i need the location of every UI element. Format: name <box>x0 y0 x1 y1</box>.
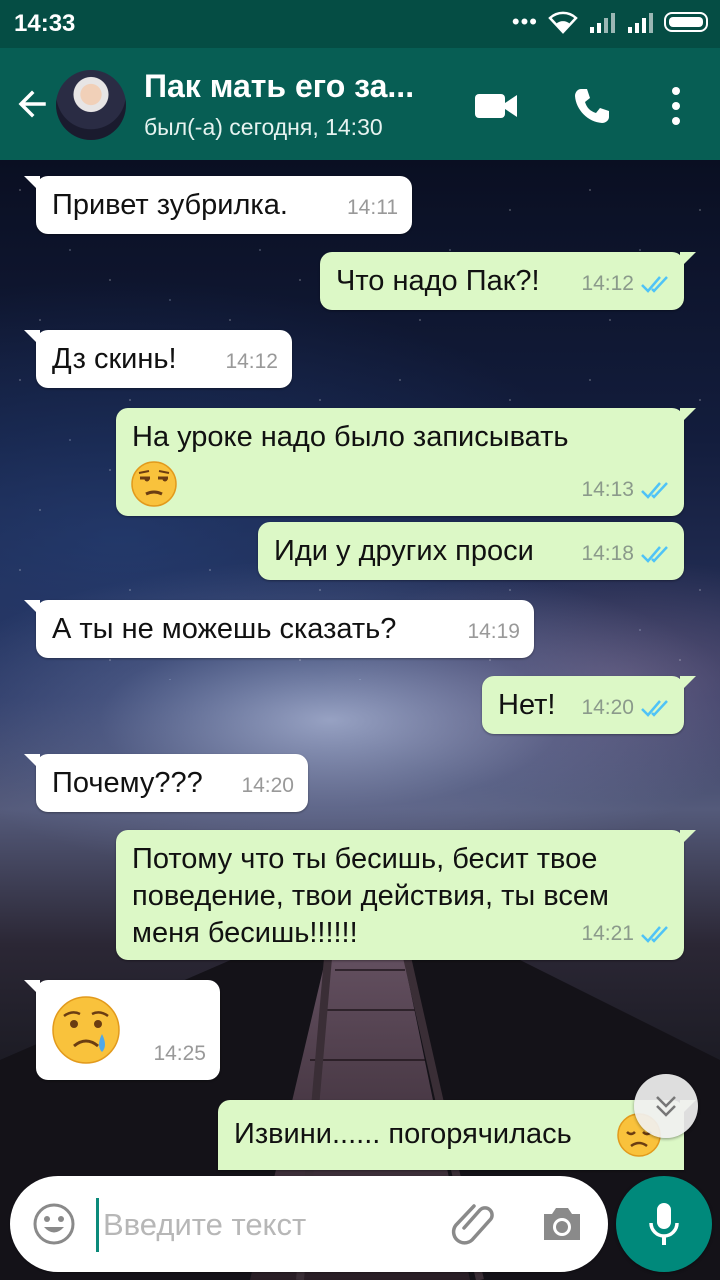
chat-header: Пак мать его за... был(-а) сегодня, 14:3… <box>0 48 720 160</box>
double-check-icon <box>641 481 668 499</box>
wifi-icon <box>548 11 578 34</box>
message-text: Нет! <box>498 689 556 721</box>
message-time: 14:18 <box>581 542 634 565</box>
phone-icon <box>575 89 609 123</box>
double-check-icon <box>641 925 668 943</box>
message-bubble[interactable]: Извини...... погорячилась <box>218 1100 696 1170</box>
crying-face-icon <box>50 994 122 1076</box>
message-time: 14:12 <box>225 350 278 373</box>
message-bubble[interactable]: 14:25 <box>24 980 220 1080</box>
message-bubble[interactable]: На уроке надо было записывать 14:13 <box>116 408 696 518</box>
message-meta: 14:20 <box>241 767 294 804</box>
status-bar: 14:33 ••• <box>0 0 720 48</box>
message-meta: 14:21 <box>581 915 670 952</box>
status-time: 14:33 <box>14 10 76 37</box>
message-composer <box>10 1176 608 1272</box>
message-time: 14:20 <box>581 696 634 719</box>
bubble-tail <box>680 252 696 268</box>
signal-icon-2 <box>628 13 653 33</box>
message-time: 14:19 <box>467 620 520 643</box>
bubble-tail <box>24 980 40 996</box>
message-time: 14:12 <box>581 272 634 295</box>
message-time: 14:25 <box>153 1042 206 1065</box>
message-bubble[interactable]: Привет зубрилка. 14:11 <box>24 176 412 234</box>
message-meta: 14:11 <box>347 189 398 226</box>
message-meta: 14:12 <box>581 265 670 302</box>
emoji-icon[interactable] <box>32 1202 76 1246</box>
message-bubble[interactable]: Нет! 14:20 <box>482 676 696 734</box>
double-check-icon <box>641 275 668 293</box>
paperclip-icon[interactable] <box>450 1198 500 1248</box>
message-text: На уроке надо было записывать <box>132 421 569 453</box>
message-bubble[interactable]: А ты не можешь сказать? 14:19 <box>24 600 534 658</box>
message-text: Дз скинь! <box>52 343 177 375</box>
notification-dots: ••• <box>511 9 538 34</box>
unamused-face-icon <box>130 460 178 518</box>
message-text: Извини...... погорячилась <box>234 1118 572 1150</box>
message-time: 14:13 <box>581 478 634 501</box>
camera-icon[interactable] <box>538 1200 586 1248</box>
message-time: 14:11 <box>347 196 398 219</box>
bubble-tail <box>680 408 696 424</box>
message-meta: 14:12 <box>225 343 278 380</box>
message-bubble[interactable]: Почему??? 14:20 <box>24 754 308 812</box>
bubble-tail <box>24 754 40 770</box>
message-meta: 14:13 <box>581 471 670 508</box>
bubble-tail <box>24 176 40 192</box>
message-bubble[interactable]: Что надо Пак?! 14:12 <box>320 252 696 310</box>
message-text: Почему??? <box>52 767 203 799</box>
message-bubble[interactable]: Иди у других проси 14:18 <box>258 522 684 580</box>
bubble-tail <box>680 830 696 846</box>
bubble-tail <box>24 600 40 616</box>
message-meta: 14:19 <box>467 613 520 650</box>
voice-call-button[interactable] <box>568 82 616 130</box>
message-bubble[interactable]: Дз скинь! 14:12 <box>24 330 292 388</box>
message-text: А ты не можешь сказать? <box>52 613 397 645</box>
more-options-button[interactable] <box>652 82 700 130</box>
video-call-button[interactable] <box>472 82 520 130</box>
video-camera-icon <box>475 94 517 118</box>
contact-name[interactable]: Пак мать его за... <box>144 68 414 105</box>
message-input[interactable] <box>96 1198 425 1252</box>
message-bubble[interactable]: Потому что ты бесишь, бесит твое поведен… <box>116 830 696 960</box>
battery-icon <box>664 12 708 32</box>
message-meta: 14:18 <box>581 535 670 572</box>
last-seen-status: был(-а) сегодня, 14:30 <box>144 114 383 140</box>
status-icons: ••• <box>512 10 708 34</box>
message-text: Что надо Пак?! <box>336 265 540 297</box>
bubble-tail <box>680 676 696 692</box>
message-meta: 14:25 <box>153 1035 206 1072</box>
scroll-to-bottom-button[interactable] <box>634 1074 698 1138</box>
back-arrow-icon[interactable] <box>14 86 50 122</box>
bubble-tail <box>24 330 40 346</box>
double-check-icon <box>641 545 668 563</box>
microphone-icon <box>649 1203 679 1245</box>
double-check-icon <box>641 699 668 717</box>
message-time: 14:20 <box>241 774 294 797</box>
more-vertical-icon <box>672 87 680 125</box>
voice-record-button[interactable] <box>616 1176 712 1272</box>
contact-avatar[interactable] <box>56 70 126 140</box>
signal-icon <box>590 13 615 33</box>
message-meta: 14:20 <box>581 689 670 726</box>
message-text: Привет зубрилка. <box>52 189 288 221</box>
message-time: 14:21 <box>581 922 634 945</box>
message-text: Иди у других проси <box>274 535 534 567</box>
double-chevron-down-icon <box>656 1096 676 1117</box>
